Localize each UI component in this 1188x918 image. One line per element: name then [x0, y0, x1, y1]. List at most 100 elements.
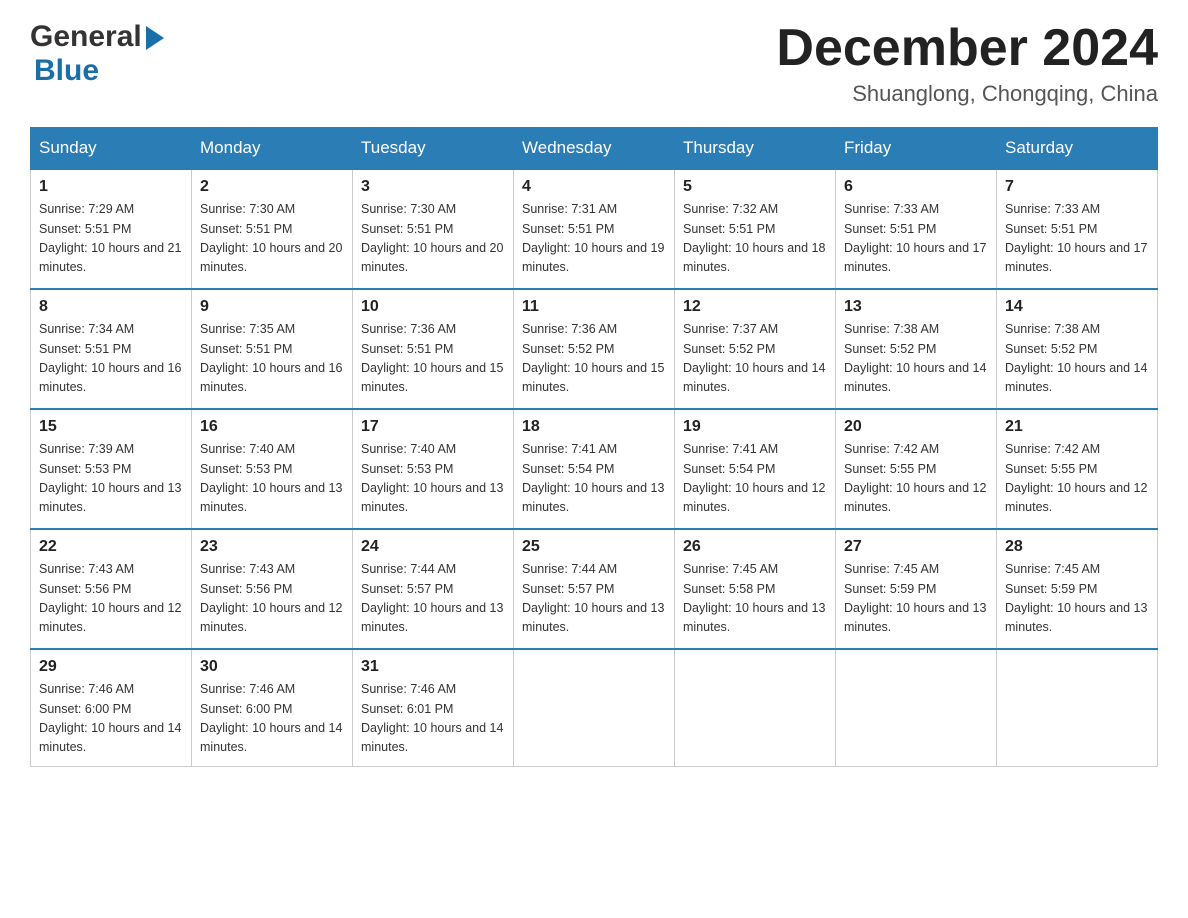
day-number: 10 — [361, 298, 505, 316]
day-number: 11 — [522, 298, 666, 316]
logo-triangle-icon — [146, 26, 164, 50]
day-cell: 28 Sunrise: 7:45 AMSunset: 5:59 PMDayligh… — [997, 529, 1158, 649]
day-cell: 25Sunrise: 7:44 AMSunset: 5:57 PMDayligh… — [514, 529, 675, 649]
day-info: Sunrise: 7:32 AMSunset: 5:51 PMDaylight:… — [683, 200, 827, 278]
day-info: Sunrise: 7:46 AMSunset: 6:00 PMDaylight:… — [200, 680, 344, 758]
week-row-2: 8 Sunrise: 7:34 AMSunset: 5:51 PMDaylight… — [31, 289, 1158, 409]
week-row-4: 22Sunrise: 7:43 AMSunset: 5:56 PMDayligh… — [31, 529, 1158, 649]
day-number: 23 — [200, 538, 344, 556]
day-cell: 4 Sunrise: 7:31 AMSunset: 5:51 PMDaylight… — [514, 169, 675, 289]
day-cell: 19 Sunrise: 7:41 AMSunset: 5:54 PMDayligh… — [675, 409, 836, 529]
day-number: 9 — [200, 298, 344, 316]
day-info: Sunrise: 7:45 AMSunset: 5:59 PMDaylight:… — [844, 560, 988, 638]
day-number: 4 — [522, 178, 666, 196]
day-cell: 10 Sunrise: 7:36 AMSunset: 5:51 PMDayligh… — [353, 289, 514, 409]
day-cell: 31Sunrise: 7:46 AMSunset: 6:01 PMDayligh… — [353, 649, 514, 766]
day-number: 12 — [683, 298, 827, 316]
day-cell: 2 Sunrise: 7:30 AMSunset: 5:51 PMDaylight… — [192, 169, 353, 289]
day-number: 13 — [844, 298, 988, 316]
day-cell: 6Sunrise: 7:33 AMSunset: 5:51 PMDaylight… — [836, 169, 997, 289]
day-info: Sunrise: 7:40 AMSunset: 5:53 PMDaylight:… — [361, 440, 505, 518]
day-number: 31 — [361, 658, 505, 676]
day-number: 17 — [361, 418, 505, 436]
day-number: 8 — [39, 298, 183, 316]
week-row-3: 15Sunrise: 7:39 AMSunset: 5:53 PMDayligh… — [31, 409, 1158, 529]
day-cell — [514, 649, 675, 766]
day-cell: 30Sunrise: 7:46 AMSunset: 6:00 PMDayligh… — [192, 649, 353, 766]
day-info: Sunrise: 7:46 AMSunset: 6:00 PMDaylight:… — [39, 680, 183, 758]
day-info: Sunrise: 7:37 AMSunset: 5:52 PMDaylight:… — [683, 320, 827, 398]
day-info: Sunrise: 7:41 AMSunset: 5:54 PMDaylight:… — [522, 440, 666, 518]
day-cell: 11Sunrise: 7:36 AMSunset: 5:52 PMDayligh… — [514, 289, 675, 409]
day-info: Sunrise: 7:36 AMSunset: 5:51 PMDaylight:… — [361, 320, 505, 398]
day-info: Sunrise: 7:38 AMSunset: 5:52 PMDaylight:… — [1005, 320, 1149, 398]
column-header-saturday: Saturday — [997, 128, 1158, 170]
day-cell — [675, 649, 836, 766]
day-info: Sunrise: 7:39 AMSunset: 5:53 PMDaylight:… — [39, 440, 183, 518]
day-info: Sunrise: 7:42 AMSunset: 5:55 PMDaylight:… — [844, 440, 988, 518]
day-info: Sunrise: 7:30 AMSunset: 5:51 PMDaylight:… — [361, 200, 505, 278]
day-info: Sunrise: 7:44 AMSunset: 5:57 PMDaylight:… — [522, 560, 666, 638]
day-number: 1 — [39, 178, 183, 196]
column-header-tuesday: Tuesday — [353, 128, 514, 170]
day-number: 24 — [361, 538, 505, 556]
day-cell: 24Sunrise: 7:44 AMSunset: 5:57 PMDayligh… — [353, 529, 514, 649]
day-info: Sunrise: 7:35 AMSunset: 5:51 PMDaylight:… — [200, 320, 344, 398]
day-cell: 3 Sunrise: 7:30 AMSunset: 5:51 PMDaylight… — [353, 169, 514, 289]
day-number: 19 — [683, 418, 827, 436]
day-number: 3 — [361, 178, 505, 196]
day-cell — [997, 649, 1158, 766]
day-info: Sunrise: 7:41 AMSunset: 5:54 PMDaylight:… — [683, 440, 827, 518]
day-number: 29 — [39, 658, 183, 676]
day-cell: 21Sunrise: 7:42 AMSunset: 5:55 PMDayligh… — [997, 409, 1158, 529]
day-cell — [836, 649, 997, 766]
day-number: 27 — [844, 538, 988, 556]
day-info: Sunrise: 7:40 AMSunset: 5:53 PMDaylight:… — [200, 440, 344, 518]
day-info: Sunrise: 7:29 AMSunset: 5:51 PMDaylight:… — [39, 200, 183, 278]
day-cell: 5 Sunrise: 7:32 AMSunset: 5:51 PMDaylight… — [675, 169, 836, 289]
week-row-5: 29 Sunrise: 7:46 AMSunset: 6:00 PMDayligh… — [31, 649, 1158, 766]
day-cell: 8 Sunrise: 7:34 AMSunset: 5:51 PMDaylight… — [31, 289, 192, 409]
logo-general-text: General — [30, 20, 142, 54]
column-header-friday: Friday — [836, 128, 997, 170]
day-info: Sunrise: 7:30 AMSunset: 5:51 PMDaylight:… — [200, 200, 344, 278]
day-number: 16 — [200, 418, 344, 436]
header-row: SundayMondayTuesdayWednesdayThursdayFrid… — [31, 128, 1158, 170]
day-cell: 12 Sunrise: 7:37 AMSunset: 5:52 PMDayligh… — [675, 289, 836, 409]
day-info: Sunrise: 7:38 AMSunset: 5:52 PMDaylight:… — [844, 320, 988, 398]
column-header-thursday: Thursday — [675, 128, 836, 170]
column-header-sunday: Sunday — [31, 128, 192, 170]
day-info: Sunrise: 7:43 AMSunset: 5:56 PMDaylight:… — [200, 560, 344, 638]
column-header-wednesday: Wednesday — [514, 128, 675, 170]
day-cell: 15Sunrise: 7:39 AMSunset: 5:53 PMDayligh… — [31, 409, 192, 529]
logo-blue-text: Blue — [34, 54, 99, 88]
day-info: Sunrise: 7:43 AMSunset: 5:56 PMDaylight:… — [39, 560, 183, 638]
day-cell: 7Sunrise: 7:33 AMSunset: 5:51 PMDaylight… — [997, 169, 1158, 289]
location-text: Shuanglong, Chongqing, China — [776, 81, 1158, 107]
day-cell: 14 Sunrise: 7:38 AMSunset: 5:52 PMDayligh… — [997, 289, 1158, 409]
day-info: Sunrise: 7:33 AMSunset: 5:51 PMDaylight:… — [1005, 200, 1149, 278]
day-cell: 1 Sunrise: 7:29 AMSunset: 5:51 PMDaylight… — [31, 169, 192, 289]
day-info: Sunrise: 7:34 AMSunset: 5:51 PMDaylight:… — [39, 320, 183, 398]
day-number: 5 — [683, 178, 827, 196]
day-cell: 23 Sunrise: 7:43 AMSunset: 5:56 PMDayligh… — [192, 529, 353, 649]
day-number: 28 — [1005, 538, 1149, 556]
day-number: 14 — [1005, 298, 1149, 316]
week-row-1: 1 Sunrise: 7:29 AMSunset: 5:51 PMDaylight… — [31, 169, 1158, 289]
day-number: 20 — [844, 418, 988, 436]
day-number: 26 — [683, 538, 827, 556]
month-title: December 2024 — [776, 20, 1158, 77]
day-number: 6 — [844, 178, 988, 196]
title-section: December 2024 Shuanglong, Chongqing, Chi… — [776, 20, 1158, 107]
day-cell: 13 Sunrise: 7:38 AMSunset: 5:52 PMDayligh… — [836, 289, 997, 409]
day-cell: 16 Sunrise: 7:40 AMSunset: 5:53 PMDayligh… — [192, 409, 353, 529]
day-number: 2 — [200, 178, 344, 196]
column-header-monday: Monday — [192, 128, 353, 170]
day-info: Sunrise: 7:31 AMSunset: 5:51 PMDaylight:… — [522, 200, 666, 278]
calendar-table: SundayMondayTuesdayWednesdayThursdayFrid… — [30, 127, 1158, 767]
day-info: Sunrise: 7:45 AMSunset: 5:59 PMDaylight:… — [1005, 560, 1149, 638]
day-cell: 18Sunrise: 7:41 AMSunset: 5:54 PMDayligh… — [514, 409, 675, 529]
logo: General Blue — [30, 20, 164, 88]
page-header: General Blue December 2024 Shuanglong, C… — [30, 20, 1158, 107]
day-number: 21 — [1005, 418, 1149, 436]
